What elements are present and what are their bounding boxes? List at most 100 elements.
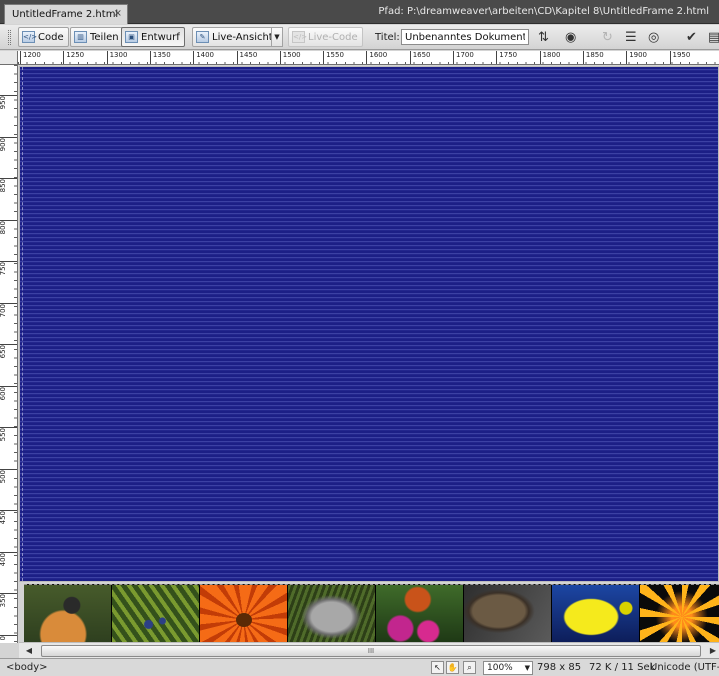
live-code-button[interactable]: </> Live-Code [288, 27, 363, 47]
document-tab[interactable]: UntitledFrame 2.html × [4, 4, 128, 24]
file-path: Pfad: P:\dreamweaver\arbeiten\CD\Kapitel… [378, 6, 709, 17]
ruler-origin[interactable] [0, 51, 18, 65]
ruler-tick-label: 1850 [582, 51, 604, 64]
refresh-icon[interactable]: ↻ [602, 29, 613, 46]
ruler-tick-label: 550 [0, 427, 17, 443]
thumbnail-insect[interactable] [24, 585, 112, 643]
live-code-label: Live-Code [308, 31, 358, 43]
ruler-tick-label: 500 [0, 468, 17, 485]
design-view-label: Entwurf [141, 31, 180, 43]
browser-check-icon[interactable]: ▤ [708, 29, 719, 46]
split-view-icon: ▥ [74, 31, 87, 43]
ruler-tick-label: 1200 [20, 51, 41, 64]
document-size: 72 K / 11 Sek [589, 662, 656, 673]
live-view-label: Live-Ansicht [212, 31, 273, 43]
preview-browser-icon[interactable]: ◉ [565, 29, 576, 46]
ruler-tick-label: 1750 [496, 51, 517, 64]
ruler-tick-label: 850 [0, 178, 17, 194]
design-view-icon: ▣ [125, 31, 138, 43]
ruler-tick-text: 500 [0, 469, 7, 483]
zoom-value: 100% [487, 663, 513, 673]
ruler-tick-label: 650 [0, 344, 17, 360]
ruler-tick-text: 650 [0, 345, 7, 359]
design-canvas[interactable] [19, 66, 719, 582]
ruler-tick-label: 1950 [669, 51, 690, 64]
ruler-tick-label: 1450 [236, 51, 257, 64]
file-management-icon[interactable]: ⇅ [538, 29, 549, 46]
ruler-tick-label: 1650 [409, 51, 431, 64]
ruler-tick-text: 700 [0, 303, 7, 317]
live-code-icon: </> [292, 31, 308, 43]
ruler-tick-label: 1300 [106, 51, 127, 64]
ruler-tick-text: 800 [0, 220, 7, 234]
ruler-tick-label: 900 [0, 136, 17, 153]
tag-selector[interactable]: <body> [6, 662, 48, 673]
document-tab-bar: UntitledFrame 2.html × Pfad: P:\dreamwea… [0, 0, 719, 24]
thumbnail-orange-flower[interactable] [200, 585, 288, 643]
scroll-right-icon[interactable]: ▶ [707, 645, 719, 657]
horizontal-ruler[interactable]: 1200 1250 1300 1350 1400 1450 1500 1550 1600 1650… [18, 51, 719, 65]
ruler-tick-text: 550 [0, 428, 7, 442]
visual-aids-icon[interactable]: ◎ [648, 29, 659, 46]
thumbnail-hedgehog[interactable] [288, 585, 376, 643]
status-bar: <body> ↖ ✋ ⌕ 100% ▼ 798 x 85 72 K / 11 S… [0, 658, 719, 676]
ruler-tick-label: 350 [0, 593, 17, 609]
ruler-tick-text: 600 [0, 386, 7, 400]
close-tab-icon[interactable]: × [114, 8, 122, 19]
vertical-ruler[interactable]: 950 900 850 800 750 700 650 600 550 500 450 400 350 0… [0, 65, 18, 643]
zoom-tool-icon[interactable]: ⌕ [463, 661, 476, 674]
code-view-icon: </> [22, 31, 38, 43]
zoom-select[interactable]: 100% ▼ [483, 661, 533, 675]
zoom-dropdown-icon: ▼ [524, 664, 530, 672]
ruler-tick-label: 750 [0, 261, 17, 277]
toolbar-grip[interactable] [8, 30, 11, 45]
ruler-tick-label: 1800 [539, 51, 560, 64]
ruler-tick-label: 1250 [63, 51, 84, 64]
window-size[interactable]: 798 x 85 [537, 662, 581, 673]
code-view-label: Code [38, 31, 64, 43]
path-value: P:\dreamweaver\arbeiten\CD\Kapitel 8\Unt… [407, 6, 709, 17]
ruler-tick-label: 1700 [453, 51, 474, 64]
ruler-tick-label: 1500 [279, 51, 301, 64]
select-tool-icon[interactable]: ↖ [431, 661, 444, 674]
thumbnail-berries[interactable] [112, 585, 200, 643]
ruler-tick-label: 1350 [149, 51, 171, 64]
ruler-tick-text: 450 [0, 511, 7, 525]
validate-markup-icon[interactable]: ✔ [686, 29, 697, 46]
scrollbar-thumb[interactable]: III [41, 645, 701, 657]
live-view-button[interactable]: ✎ Live-Ansicht [192, 27, 278, 47]
horizontal-scrollbar[interactable]: ◀ III ▶ [19, 642, 719, 658]
view-options-icon[interactable]: ☰ [625, 29, 637, 46]
ruler-tick-label: 800 [0, 219, 17, 236]
ruler-tick-label: 450 [0, 510, 17, 526]
ruler-tick-label: 700 [0, 302, 17, 319]
ruler-tick-label: 600 [0, 385, 17, 402]
document-toolbar: </> Code ▥ Teilen ▣ Entwurf ✎ Live-Ansic… [0, 25, 719, 50]
image-strip-frame[interactable] [24, 584, 719, 643]
encoding-label: Unicode (UTF-8) [650, 662, 719, 673]
code-view-button[interactable]: </> Code [18, 27, 69, 47]
ruler-tick-label: 1550 [323, 51, 344, 64]
title-label: Titel: [375, 32, 400, 43]
hand-tool-icon[interactable]: ✋ [446, 661, 459, 674]
ruler-tick-label: 1600 [366, 51, 387, 64]
ruler-tick-label: 1900 [626, 51, 647, 64]
ruler-tick-label: 1400 [193, 51, 214, 64]
ruler-tick-text: 350 [0, 594, 7, 608]
ruler-tick-label: 0 [0, 634, 17, 642]
thumbnail-butterfly[interactable] [376, 585, 464, 643]
ruler-tick-text: 900 [0, 137, 7, 151]
ruler-tick-text: 950 [0, 96, 7, 110]
live-view-icon: ✎ [196, 31, 209, 43]
split-view-button[interactable]: ▥ Teilen [70, 27, 124, 47]
design-view-button[interactable]: ▣ Entwurf [121, 27, 185, 47]
thumbnail-yellow-fish[interactable] [552, 585, 640, 643]
thumbnail-star-lantern[interactable] [640, 585, 719, 643]
thumbnail-moth[interactable] [464, 585, 552, 643]
ruler-tick-label: 400 [0, 551, 17, 568]
scroll-left-icon[interactable]: ◀ [23, 645, 35, 657]
ruler-tick-text: 750 [0, 262, 7, 276]
live-view-dropdown-icon[interactable]: ▼ [271, 27, 283, 47]
title-input[interactable] [401, 29, 529, 45]
split-view-label: Teilen [90, 31, 119, 43]
